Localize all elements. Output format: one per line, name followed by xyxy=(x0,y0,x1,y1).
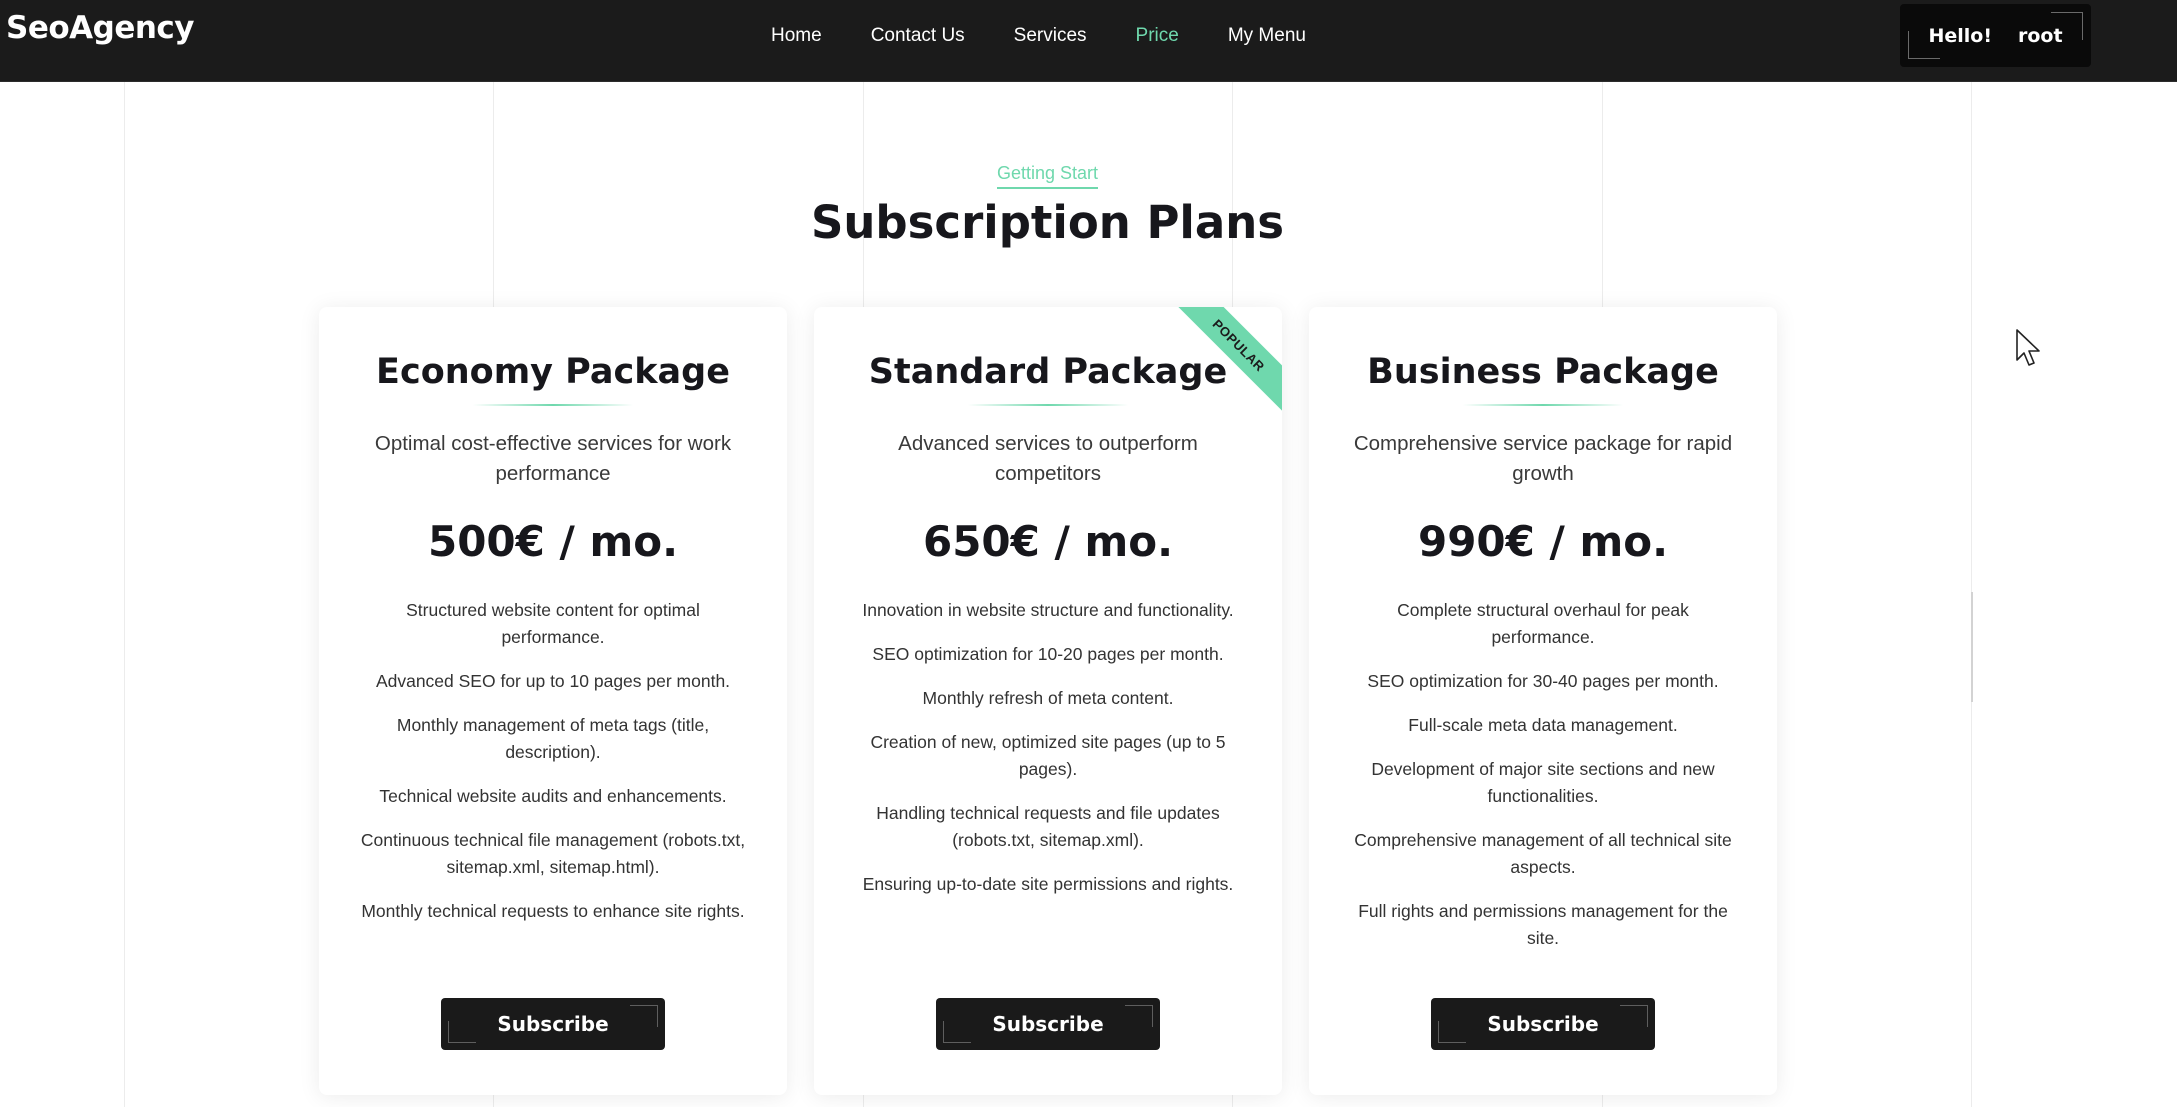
feature-item: SEO optimization for 10-20 pages per mon… xyxy=(872,644,1224,664)
button-label: Subscribe xyxy=(992,1012,1104,1036)
corner-decoration xyxy=(448,1021,476,1043)
feature-item: Full-scale meta data management. xyxy=(1408,715,1678,735)
plan-card-standard: POPULAR Standard Package Advanced servic… xyxy=(814,307,1282,1095)
nav-services[interactable]: Services xyxy=(1014,25,1087,47)
site-logo[interactable]: SeoAgency xyxy=(6,10,195,46)
nav-contact-us[interactable]: Contact Us xyxy=(871,25,965,47)
button-label: Subscribe xyxy=(1487,1012,1599,1036)
button-label: Subscribe xyxy=(497,1012,609,1036)
mouse-pointer-icon xyxy=(2016,329,2040,366)
feature-item: Development of major site sections and n… xyxy=(1371,759,1715,806)
section-title: Subscription Plans xyxy=(810,196,1285,249)
feature-list: Complete structural overhaul for peak pe… xyxy=(1349,597,1737,969)
feature-item: Handling technical requests and file upd… xyxy=(876,803,1220,850)
feature-item: Innovation in website structure and func… xyxy=(862,600,1234,620)
plan-price: 650€ / mo. xyxy=(922,517,1174,566)
plan-description: Comprehensive service package for rapid … xyxy=(1353,432,1733,485)
nav-my-menu[interactable]: My Menu xyxy=(1228,25,1306,47)
top-navbar: SeoAgency Home Contact Us Services Price… xyxy=(0,0,2177,82)
subscribe-button-business[interactable]: Subscribe xyxy=(1431,998,1655,1050)
feature-item: Creation of new, optimized site pages (u… xyxy=(870,732,1226,779)
feature-list: Innovation in website structure and func… xyxy=(854,597,1242,915)
corner-decoration xyxy=(2051,12,2083,40)
title-underline xyxy=(1463,404,1623,406)
feature-item: Monthly refresh of meta content. xyxy=(922,688,1174,708)
corner-decoration xyxy=(1438,1021,1466,1043)
plan-price: 990€ / mo. xyxy=(1417,517,1669,566)
feature-item: Continuous technical file management (ro… xyxy=(360,830,746,877)
user-greeting-button[interactable]: Hello! root xyxy=(1900,4,2091,67)
corner-decoration xyxy=(1125,1005,1153,1027)
plan-description: Optimal cost-effective services for work… xyxy=(374,432,732,485)
nav-price[interactable]: Price xyxy=(1136,25,1179,47)
section-eyebrow: Getting Start xyxy=(0,163,2095,189)
feature-item: Complete structural overhaul for peak pe… xyxy=(1397,600,1689,647)
feature-item: SEO optimization for 30-40 pages per mon… xyxy=(1367,671,1719,691)
plan-card-business: Business Package Comprehensive service p… xyxy=(1309,307,1777,1095)
plan-title: Business Package xyxy=(1367,352,1719,392)
feature-item: Monthly management of meta tags (title, … xyxy=(396,715,710,762)
feature-item: Monthly technical requests to enhance si… xyxy=(361,901,745,921)
plan-description: Advanced services to outperform competit… xyxy=(898,432,1198,485)
corner-decoration xyxy=(1620,1005,1648,1027)
feature-item: Full rights and permissions management f… xyxy=(1358,901,1728,948)
feature-item: Comprehensive management of all technica… xyxy=(1354,830,1732,877)
title-underline xyxy=(968,404,1128,406)
feature-list: Structured website content for optimal p… xyxy=(359,597,747,942)
feature-item: Advanced SEO for up to 10 pages per mont… xyxy=(375,671,731,691)
feature-item: Ensuring up-to-date site permissions and… xyxy=(862,874,1234,894)
nav-home[interactable]: Home xyxy=(771,25,822,47)
corner-decoration xyxy=(630,1005,658,1027)
feature-item: Structured website content for optimal p… xyxy=(406,600,700,647)
plan-price: 500€ / mo. xyxy=(427,517,679,566)
scroll-indicator xyxy=(1971,592,1973,702)
main-nav: Home Contact Us Services Price My Menu xyxy=(771,22,1355,50)
feature-item: Technical website audits and enhancement… xyxy=(379,786,727,806)
plan-title: Standard Package xyxy=(868,352,1228,392)
plan-card-economy: Economy Package Optimal cost-effective s… xyxy=(319,307,787,1095)
subscribe-button-standard[interactable]: Subscribe xyxy=(936,998,1160,1050)
title-underline xyxy=(473,404,633,406)
plan-title: Economy Package xyxy=(376,352,730,392)
corner-decoration xyxy=(943,1021,971,1043)
corner-decoration xyxy=(1908,31,1940,59)
subscribe-button-economy[interactable]: Subscribe xyxy=(441,998,665,1050)
